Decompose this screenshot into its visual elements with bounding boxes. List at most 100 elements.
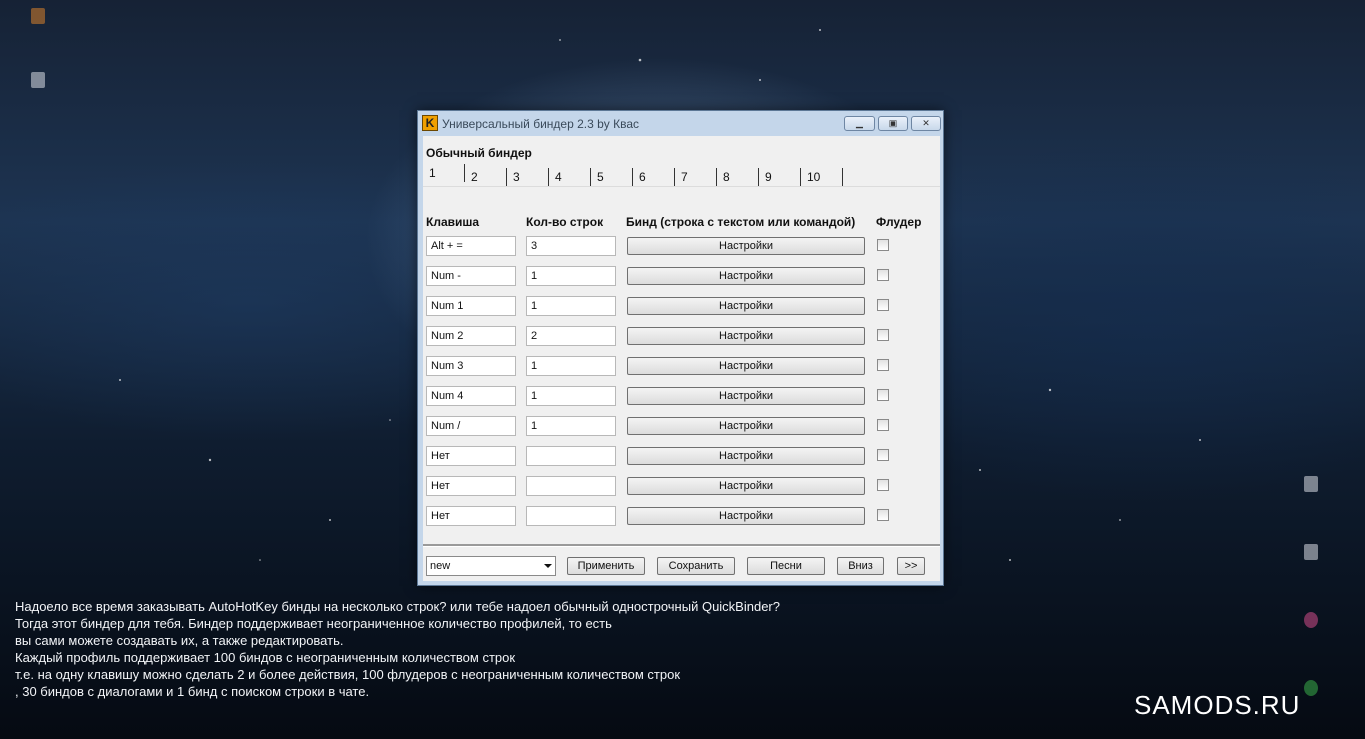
down-button[interactable]: Вниз: [837, 557, 884, 575]
tab-5[interactable]: 5: [591, 168, 633, 186]
settings-button[interactable]: Настройки: [627, 327, 865, 345]
settings-button[interactable]: Настройки: [627, 477, 865, 495]
close-icon: ✕: [922, 118, 930, 128]
flooder-checkbox[interactable]: [877, 359, 889, 371]
description-line: Надоело все время заказывать AutoHotKey …: [15, 599, 780, 614]
file-icon: [1304, 476, 1318, 492]
app-icon: K: [422, 115, 438, 131]
settings-button[interactable]: Настройки: [627, 267, 865, 285]
tab-8[interactable]: 8: [717, 168, 759, 186]
tab-2[interactable]: 2: [465, 168, 507, 186]
flooder-checkbox[interactable]: [877, 479, 889, 491]
description-line: Тогда этот биндер для тебя. Биндер подде…: [15, 616, 612, 631]
bind-row: Нет Настройки: [423, 476, 940, 498]
line-count-field[interactable]: [526, 506, 616, 526]
bind-row: Num / 1 Настройки: [423, 416, 940, 438]
description-line: , 30 биндов с диалогами и 1 бинд с поиск…: [15, 684, 370, 699]
bind-row: Num 1 1 Настройки: [423, 296, 940, 318]
key-field[interactable]: Num /: [426, 416, 516, 436]
window-title: Универсальный биндер 2.3 by Квас: [442, 117, 640, 131]
desktop-icon[interactable]: [3, 72, 73, 92]
settings-button[interactable]: Настройки: [627, 297, 865, 315]
tab-9[interactable]: 9: [759, 168, 801, 186]
key-field[interactable]: Нет: [426, 446, 516, 466]
close-button[interactable]: ✕: [911, 116, 941, 131]
bind-row: Num 3 1 Настройки: [423, 356, 940, 378]
bind-row: Num 2 2 Настройки: [423, 326, 940, 348]
desktop-icon[interactable]: [1276, 476, 1346, 496]
column-header-key: Клавиша: [426, 215, 480, 229]
key-field[interactable]: Num 1: [426, 296, 516, 316]
key-field[interactable]: Num 4: [426, 386, 516, 406]
bind-row: Нет Настройки: [423, 506, 940, 528]
minimize-button[interactable]: ▁: [844, 116, 875, 131]
settings-button[interactable]: Настройки: [627, 387, 865, 405]
line-count-field[interactable]: 1: [526, 266, 616, 286]
tab-divider: [423, 186, 940, 187]
watermark: SAMODS.RU: [1134, 690, 1301, 720]
description-line: Каждый профиль поддерживает 100 биндов с…: [15, 650, 516, 665]
maximize-icon: ▣: [888, 118, 898, 128]
client-area: Обычный биндер 1 2 3 4 5 6 7 8 9 10 Клав…: [423, 136, 940, 581]
group-label: Обычный биндер: [426, 146, 532, 160]
line-count-field[interactable]: 1: [526, 416, 616, 436]
flooder-checkbox[interactable]: [877, 329, 889, 341]
settings-button[interactable]: Настройки: [627, 417, 865, 435]
settings-button[interactable]: Настройки: [627, 357, 865, 375]
desktop-icon[interactable]: [1276, 544, 1346, 564]
tab-4[interactable]: 4: [549, 168, 591, 186]
description-line: т.е. на одну клавишу можно сделать 2 и б…: [15, 667, 681, 682]
binder-window: K Универсальный биндер 2.3 by Квас ▁ ▣ ✕…: [417, 110, 944, 586]
key-field[interactable]: Num 3: [426, 356, 516, 376]
line-count-field[interactable]: 1: [526, 356, 616, 376]
save-button[interactable]: Сохранить: [657, 557, 735, 575]
column-header-flooder: Флудер: [876, 215, 922, 229]
profile-select[interactable]: new: [426, 556, 556, 576]
tab-7[interactable]: 7: [675, 168, 717, 186]
bind-row: Num - 1 Настройки: [423, 266, 940, 288]
key-field[interactable]: Alt + =: [426, 236, 516, 256]
bind-row: Нет Настройки: [423, 446, 940, 468]
flooder-checkbox[interactable]: [877, 269, 889, 281]
column-header-bind: Бинд (строка с текстом или командой): [626, 215, 856, 229]
desktop-icon[interactable]: [3, 8, 73, 28]
tab-6[interactable]: 6: [633, 168, 675, 186]
flooder-checkbox[interactable]: [877, 389, 889, 401]
apply-button[interactable]: Применить: [567, 557, 645, 575]
next-button[interactable]: >>: [897, 557, 925, 575]
title-bar[interactable]: K Универсальный биндер 2.3 by Квас ▁ ▣ ✕: [418, 111, 943, 136]
description-text: Надоело все время заказывать AutoHotKey …: [15, 598, 780, 700]
line-count-field[interactable]: 2: [526, 326, 616, 346]
key-field[interactable]: Нет: [426, 476, 516, 496]
line-count-field[interactable]: [526, 476, 616, 496]
line-count-field[interactable]: 1: [526, 386, 616, 406]
column-header-count: Кол-во строк: [526, 215, 604, 229]
footer-divider: [423, 544, 940, 547]
flooder-checkbox[interactable]: [877, 509, 889, 521]
settings-button[interactable]: Настройки: [627, 447, 865, 465]
app-icon: [31, 8, 45, 24]
key-field[interactable]: Num 2: [426, 326, 516, 346]
bind-row: Num 4 1 Настройки: [423, 386, 940, 408]
line-count-field[interactable]: 1: [526, 296, 616, 316]
tab-10[interactable]: 10: [801, 168, 843, 186]
flooder-checkbox[interactable]: [877, 419, 889, 431]
key-field[interactable]: Нет: [426, 506, 516, 526]
line-count-field[interactable]: 3: [526, 236, 616, 256]
key-field[interactable]: Num -: [426, 266, 516, 286]
app-icon: [1304, 612, 1318, 628]
desktop-icon[interactable]: [1276, 612, 1346, 632]
songs-button[interactable]: Песни: [747, 557, 825, 575]
minimize-icon: ▁: [856, 118, 863, 128]
line-count-field[interactable]: [526, 446, 616, 466]
settings-button[interactable]: Настройки: [627, 507, 865, 525]
tab-3[interactable]: 3: [507, 168, 549, 186]
settings-button[interactable]: Настройки: [627, 237, 865, 255]
maximize-button[interactable]: ▣: [878, 116, 908, 131]
flooder-checkbox[interactable]: [877, 299, 889, 311]
flooder-checkbox[interactable]: [877, 449, 889, 461]
tab-1[interactable]: 1: [423, 164, 465, 182]
flooder-checkbox[interactable]: [877, 239, 889, 251]
bind-row: Alt + = 3 Настройки: [423, 236, 940, 258]
file-icon: [31, 72, 45, 88]
